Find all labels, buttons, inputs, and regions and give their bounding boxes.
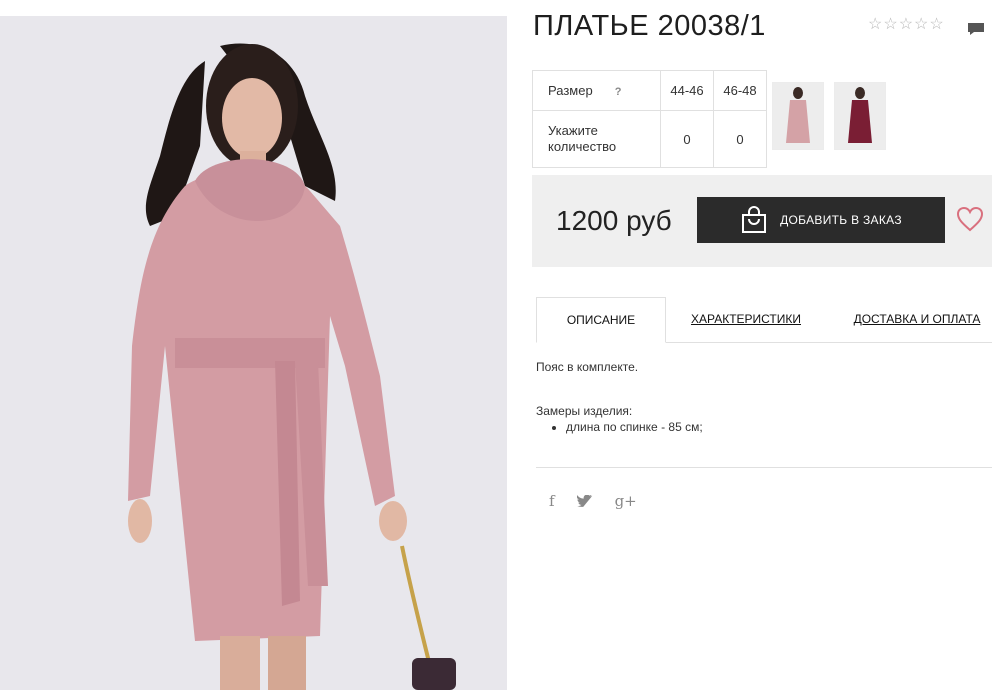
star-icon[interactable]: ☆ (929, 17, 943, 33)
product-title: ПЛАТЬЕ 20038/1 (533, 10, 766, 42)
divider (536, 467, 992, 468)
description-line: Пояс в комплекте. (536, 360, 639, 374)
social-share: f g+ (549, 492, 637, 510)
product-photo[interactable] (0, 16, 507, 690)
buy-bar: 1200 руб ДОБАВИТЬ В ЗАКАЗ (532, 175, 992, 267)
price: 1200 руб (556, 205, 672, 236)
rating-stars[interactable]: ☆ ☆ ☆ ☆ ☆ (868, 17, 944, 33)
size-label: Размер (548, 83, 593, 98)
quantity-label-cell: Укажите количество (532, 110, 661, 168)
quantity-input[interactable]: 0 (713, 110, 767, 168)
quantity-input[interactable]: 0 (660, 110, 714, 168)
shopping-bag-icon (742, 206, 767, 233)
twitter-icon[interactable] (576, 494, 593, 508)
add-to-order-label: ДОБАВИТЬ В ЗАКАЗ (780, 213, 902, 227)
color-thumb-burgundy[interactable] (834, 82, 886, 150)
tab-characteristics[interactable]: ХАРАКТЕРИСТИКИ (686, 297, 806, 341)
tab-delivery-payment[interactable]: ДОСТАВКА И ОПЛАТА (844, 297, 990, 341)
star-icon[interactable]: ☆ (868, 17, 882, 33)
heart-icon[interactable] (956, 206, 984, 232)
size-table: Размер? 44-46 46-48 Укажите количество 0… (532, 70, 767, 168)
product-tabs: ОПИСАНИЕ ХАРАКТЕРИСТИКИ ДОСТАВКА И ОПЛАТ… (536, 297, 992, 343)
description-line: Замеры изделия: (536, 404, 633, 418)
list-item: длина по спинке - 85 см; (566, 420, 703, 434)
quantity-label: Укажите (548, 123, 598, 138)
size-option: 44-46 (660, 70, 714, 111)
tab-description[interactable]: ОПИСАНИЕ (536, 297, 666, 343)
star-icon[interactable]: ☆ (914, 17, 928, 33)
color-thumb-pink[interactable] (772, 82, 824, 150)
size-option: 46-48 (713, 70, 767, 111)
measurements-list: длина по спинке - 85 см; (536, 420, 703, 434)
quantity-label: количество (548, 139, 617, 154)
google-plus-icon[interactable]: g+ (615, 492, 637, 510)
star-icon[interactable]: ☆ (883, 17, 897, 33)
comment-icon[interactable] (967, 22, 985, 36)
star-icon[interactable]: ☆ (899, 17, 913, 33)
facebook-icon[interactable]: f (549, 492, 555, 510)
add-to-order-button[interactable]: ДОБАВИТЬ В ЗАКАЗ (697, 197, 945, 243)
size-label-cell: Размер? (532, 70, 661, 111)
size-help-icon[interactable]: ? (615, 86, 622, 98)
